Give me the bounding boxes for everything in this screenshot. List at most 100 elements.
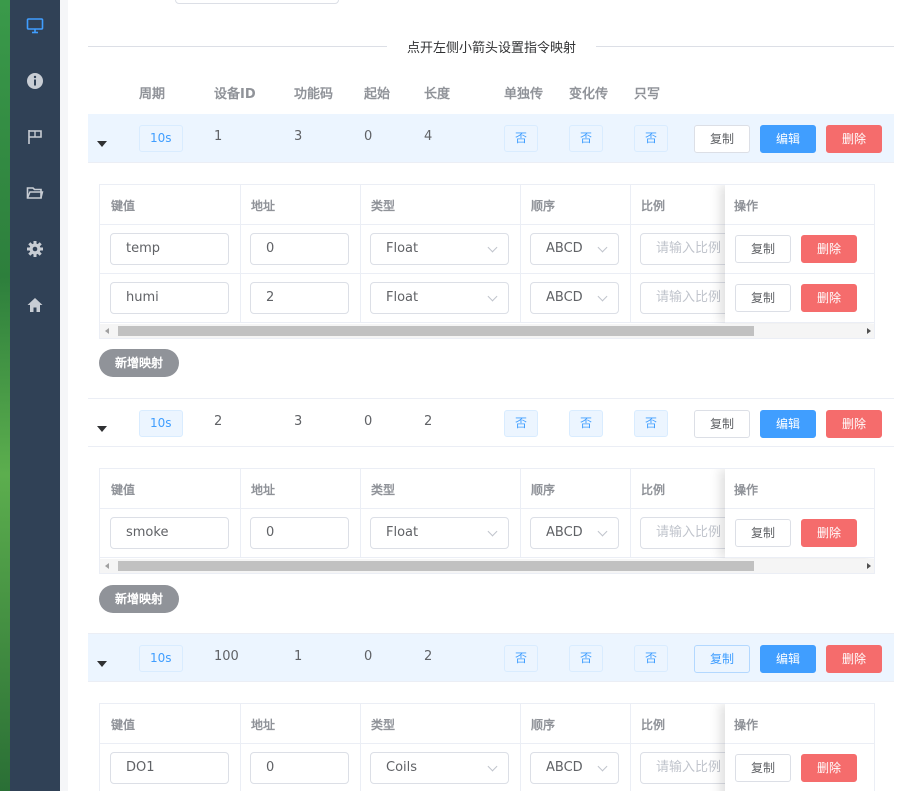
gear-icon[interactable] (23, 237, 47, 261)
length-value: 2 (424, 414, 433, 429)
monitor-icon[interactable] (23, 14, 47, 38)
copy-mapping-button[interactable]: 复制 (735, 235, 791, 263)
order-select[interactable]: ABCD (530, 282, 619, 314)
key-input[interactable]: smoke (110, 517, 229, 549)
delete-mapping-button[interactable]: 删除 (801, 519, 857, 547)
col-type: 类型 (371, 483, 396, 497)
address-input[interactable]: 0 (250, 517, 349, 549)
length-value: 4 (424, 129, 433, 144)
change-tag: 否 (569, 410, 604, 437)
key-input[interactable]: temp (110, 233, 229, 265)
scroll-thumb[interactable] (118, 561, 754, 571)
key-input[interactable]: humi (110, 282, 229, 314)
ratio-input[interactable]: 请输入比例 (640, 282, 730, 314)
length-value: 2 (424, 649, 433, 664)
start-value: 0 (364, 414, 373, 429)
col-key: 键值 (111, 199, 136, 213)
expand-caret-icon[interactable] (97, 661, 107, 667)
delete-mapping-button[interactable]: 删除 (801, 235, 857, 263)
header-single: 单独传 (504, 87, 544, 102)
copy-mapping-button[interactable]: 复制 (735, 754, 791, 782)
col-address: 地址 (251, 718, 276, 732)
scroll-left-icon[interactable] (105, 563, 109, 569)
main-content: 点开左侧小箭头设置指令映射 周期 设备ID 功能码 起始 长度 单独传 变化传 … (68, 0, 902, 791)
chevron-down-icon (597, 242, 608, 253)
write-only-tag: 否 (634, 125, 669, 152)
scroll-thumb[interactable] (118, 326, 754, 336)
divider-title: 点开左侧小箭头设置指令映射 (68, 37, 902, 56)
address-input[interactable]: 0 (250, 233, 349, 265)
copy-mapping-button[interactable]: 复制 (735, 519, 791, 547)
order-select[interactable]: ABCD (530, 752, 619, 784)
background-strip (0, 0, 10, 791)
add-mapping-button[interactable]: 新增映射 (99, 585, 179, 613)
fixed-action-column: 操作 复制 删除 (725, 469, 874, 558)
address-input[interactable]: 2 (250, 282, 349, 314)
change-tag: 否 (569, 125, 604, 152)
type-select[interactable]: Float (370, 233, 509, 265)
delete-mapping-button[interactable]: 删除 (801, 754, 857, 782)
flag-icon[interactable] (23, 125, 47, 149)
order-select[interactable]: ABCD (530, 233, 619, 265)
scroll-left-icon[interactable] (105, 328, 109, 334)
header-start: 起始 (364, 87, 391, 102)
order-select[interactable]: ABCD (530, 517, 619, 549)
edit-button[interactable]: 编辑 (760, 125, 816, 153)
address-input[interactable]: 0 (250, 752, 349, 784)
horizontal-scrollbar[interactable] (100, 559, 874, 573)
copy-button[interactable]: 复制 (694, 645, 750, 673)
col-order: 顺序 (531, 718, 556, 732)
top-input-box[interactable] (175, 0, 339, 4)
info-icon[interactable] (23, 69, 47, 93)
copy-mapping-button[interactable]: 复制 (735, 284, 791, 312)
edit-button[interactable]: 编辑 (760, 645, 816, 673)
func-code-value: 3 (294, 129, 303, 144)
type-select[interactable]: Float (370, 282, 509, 314)
col-action: 操作 (734, 718, 759, 732)
mapping-table: 键值 地址 类型 顺序 比例 DO1 0 Coils ABCD 请输入比例 操作… (99, 703, 875, 791)
delete-mapping-button[interactable]: 删除 (801, 284, 857, 312)
command-row: 10s 100 1 0 2 否 否 否 复制 编辑 删除 (88, 633, 894, 682)
horizontal-scrollbar[interactable] (100, 324, 874, 338)
edit-button[interactable]: 编辑 (760, 410, 816, 438)
col-key: 键值 (111, 483, 136, 497)
delete-button[interactable]: 删除 (826, 645, 882, 673)
scroll-right-icon[interactable] (867, 328, 871, 334)
expand-caret-icon[interactable] (97, 141, 107, 147)
ratio-input[interactable]: 请输入比例 (640, 233, 730, 265)
order-value: ABCD (546, 760, 583, 775)
col-address: 地址 (251, 199, 276, 213)
ratio-input[interactable]: 请输入比例 (640, 752, 730, 784)
device-id-value: 1 (214, 129, 223, 144)
order-value: ABCD (546, 241, 583, 256)
folder-icon[interactable] (23, 181, 47, 205)
chevron-down-icon (597, 526, 608, 537)
col-address: 地址 (251, 483, 276, 497)
copy-button[interactable]: 复制 (694, 410, 750, 438)
ratio-input[interactable]: 请输入比例 (640, 517, 730, 549)
key-input[interactable]: DO1 (110, 752, 229, 784)
chevron-down-icon (597, 291, 608, 302)
delete-button[interactable]: 删除 (826, 125, 882, 153)
col-order: 顺序 (531, 483, 556, 497)
delete-button[interactable]: 删除 (826, 410, 882, 438)
type-value: Float (386, 241, 419, 256)
expand-caret-icon[interactable] (97, 426, 107, 432)
fixed-action-column: 操作 复制 删除 复制 删除 (725, 185, 874, 323)
home-icon[interactable] (23, 293, 47, 317)
col-order: 顺序 (531, 199, 556, 213)
chevron-down-icon (487, 291, 498, 302)
header-func-code: 功能码 (294, 87, 334, 102)
type-select[interactable]: Coils (370, 752, 509, 784)
fixed-action-column: 操作 复制 删除 (725, 704, 874, 791)
sidebar (10, 0, 60, 791)
period-tag: 10s (139, 125, 183, 152)
chevron-down-icon (597, 761, 608, 772)
header-device-id: 设备ID (214, 87, 256, 102)
col-ratio: 比例 (641, 483, 666, 497)
add-mapping-button[interactable]: 新增映射 (99, 349, 179, 377)
copy-button[interactable]: 复制 (694, 125, 750, 153)
chevron-down-icon (487, 761, 498, 772)
type-select[interactable]: Float (370, 517, 509, 549)
scroll-right-icon[interactable] (867, 563, 871, 569)
